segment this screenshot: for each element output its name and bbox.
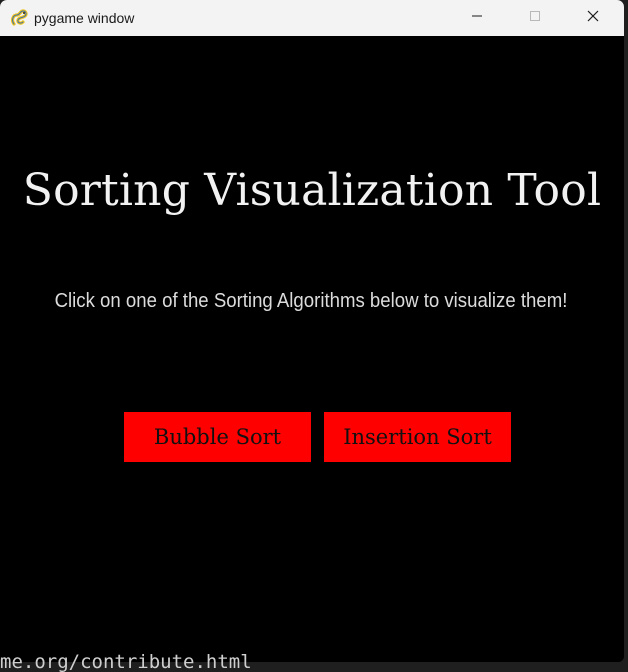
page-title: Sorting Visualization Tool bbox=[22, 165, 602, 216]
pygame-snake-icon bbox=[9, 8, 29, 28]
bubble-sort-button[interactable]: Bubble Sort bbox=[124, 412, 311, 462]
close-button[interactable] bbox=[564, 0, 622, 36]
background-terminal-text: me.org/contribute.html bbox=[0, 652, 252, 672]
title-bar[interactable]: pygame window bbox=[0, 0, 624, 36]
maximize-button[interactable] bbox=[506, 0, 564, 36]
minimize-button[interactable] bbox=[448, 0, 506, 36]
minimize-icon bbox=[471, 9, 483, 27]
pygame-canvas[interactable]: Sorting Visualization Tool Click on one … bbox=[0, 36, 624, 662]
instruction-text: Click on one of the Sorting Algorithms b… bbox=[54, 290, 568, 312]
pygame-window: pygame window Sorting Visualization Tool… bbox=[0, 0, 624, 662]
insertion-sort-button[interactable]: Insertion Sort bbox=[324, 412, 511, 462]
maximize-icon bbox=[529, 9, 541, 27]
close-icon bbox=[587, 9, 599, 27]
window-title: pygame window bbox=[34, 10, 135, 26]
